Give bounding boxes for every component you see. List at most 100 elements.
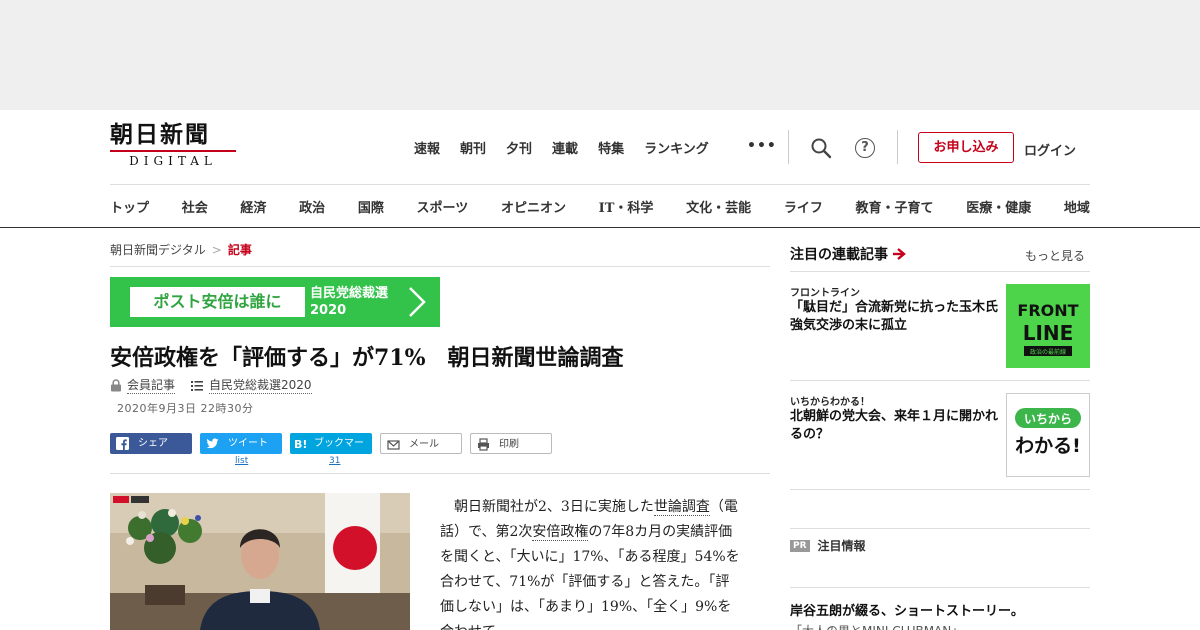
banner-sub-text: 自民党総裁選 2020 bbox=[310, 285, 388, 319]
article-body: 朝日新聞社が2、3日に実施した世論調査（電話）で、第2次安倍政権の7年8カ月の実… bbox=[440, 495, 740, 630]
divider bbox=[110, 473, 770, 474]
sidebar-divider bbox=[790, 380, 1090, 381]
apply-button[interactable]: お申し込み bbox=[918, 132, 1014, 163]
pr-badge: PR bbox=[790, 539, 810, 552]
category-nav: トップ 社会 経済 政治 国際 スポーツ オピニオン IT・科学 文化・芸能 ラ… bbox=[110, 197, 1090, 216]
frontline-logo-caption: 政治の最前線 bbox=[1030, 348, 1066, 356]
print-button[interactable]: 印刷 bbox=[470, 433, 552, 454]
site-logo[interactable]: 朝日新聞 DIGITAL bbox=[110, 122, 240, 168]
header-divider-line bbox=[110, 184, 1090, 185]
facebook-icon bbox=[116, 437, 129, 450]
sidebar-divider bbox=[790, 489, 1090, 490]
lock-icon bbox=[111, 378, 121, 391]
category-economy[interactable]: 経済 bbox=[240, 197, 266, 216]
breadcrumb-home[interactable]: 朝日新聞デジタル bbox=[110, 243, 206, 257]
category-education[interactable]: 教育・子育て bbox=[856, 197, 934, 216]
article-photo[interactable] bbox=[110, 493, 410, 630]
top-nav-item-tokushu[interactable]: 特集 bbox=[598, 138, 624, 157]
ichikara-logo: いちから わかる! bbox=[1015, 408, 1081, 457]
sidebar-item-title[interactable]: 「駄目だ」合流新党に抗った玉木氏 強気交渉の末に孤立 bbox=[790, 299, 1011, 335]
pr-section-heading: PR 注目情報 bbox=[790, 537, 866, 554]
category-culture[interactable]: 文化・芸能 bbox=[686, 197, 751, 216]
category-region[interactable]: 地域 bbox=[1064, 197, 1090, 216]
sidebar-divider bbox=[790, 271, 1090, 272]
sidebar-heading[interactable]: 注目の連載記事 bbox=[790, 244, 906, 264]
article-date: 2020年9月3日 22時30分 bbox=[117, 402, 254, 415]
banner-sub-line2: 2020 bbox=[310, 303, 347, 318]
printer-icon bbox=[478, 438, 489, 451]
header-divider bbox=[897, 130, 898, 164]
ichikara-thumbnail[interactable]: いちから わかる! bbox=[1006, 393, 1090, 477]
facebook-share-button[interactable]: シェア bbox=[110, 433, 192, 454]
top-ad-area bbox=[0, 0, 1200, 110]
help-icon[interactable]: ? bbox=[855, 138, 875, 158]
mail-share-button[interactable]: メール bbox=[380, 433, 462, 454]
print-label: 印刷 bbox=[499, 439, 519, 450]
sidebar-item-category: フロントライン bbox=[790, 288, 860, 299]
category-international[interactable]: 国際 bbox=[358, 197, 384, 216]
mail-share-label: メール bbox=[409, 439, 439, 450]
top-nav-item-rensai[interactable]: 連載 bbox=[552, 138, 578, 157]
category-politics[interactable]: 政治 bbox=[299, 197, 325, 216]
photo-image bbox=[110, 493, 410, 630]
body-text-part: 朝日新聞社が2、3日に実施した bbox=[454, 499, 654, 515]
frontline-logo: FRONT LINE 政治の最前線 bbox=[1006, 284, 1090, 368]
ichikara-logo-line2: わかる! bbox=[1015, 435, 1081, 457]
sidebar-heading-text: 注目の連載記事 bbox=[790, 247, 888, 263]
breadcrumb-separator: > bbox=[211, 243, 222, 257]
top-nav-item-ranking[interactable]: ランキング bbox=[644, 138, 709, 157]
keyword-link-seron[interactable]: 世論調査 bbox=[653, 499, 710, 516]
category-it-science[interactable]: IT・科学 bbox=[599, 197, 654, 216]
chevron-right-icon bbox=[409, 287, 426, 317]
more-menu-button[interactable]: ••• bbox=[747, 138, 777, 154]
article-meta: 会員記事 自民党総裁選2020 bbox=[110, 376, 312, 394]
hatena-bookmark-button[interactable]: B! ブックマーク bbox=[290, 433, 372, 470]
pr-item-subtitle[interactable]: 「大人の男とMINI CLUBMAN」 bbox=[790, 622, 963, 630]
series-link[interactable]: 自民党総裁選2020 bbox=[209, 376, 312, 394]
frontline-logo-line2: LINE bbox=[1023, 321, 1074, 345]
banner-sub-line1: 自民党総裁選 bbox=[310, 286, 389, 301]
login-link[interactable]: ログイン bbox=[1024, 140, 1076, 159]
breadcrumb: 朝日新聞デジタル > 記事 bbox=[110, 241, 252, 258]
sidebar-divider bbox=[790, 528, 1090, 529]
svg-text:B!: B! bbox=[294, 438, 307, 450]
frontline-thumbnail[interactable]: FRONT LINE 政治の最前線 bbox=[1006, 284, 1090, 368]
twitter-share-label: ツイート bbox=[228, 438, 268, 449]
pr-item-title[interactable]: 岸谷五朗が綴る、ショートストーリー。 bbox=[790, 600, 1024, 619]
twitter-icon bbox=[206, 438, 219, 449]
frontline-logo-line1: FRONT bbox=[1017, 301, 1078, 320]
sidebar-more-link[interactable]: もっと見る bbox=[1025, 247, 1085, 264]
divider bbox=[110, 266, 770, 267]
ichikara-logo-line1: いちから bbox=[1024, 412, 1072, 426]
category-opinion[interactable]: オピニオン bbox=[501, 197, 566, 216]
category-life[interactable]: ライフ bbox=[784, 197, 823, 216]
header-divider bbox=[788, 130, 789, 164]
article-headline: 安倍政権を「評価する」が71% 朝日新聞世論調査 bbox=[110, 345, 624, 371]
search-icon[interactable] bbox=[810, 137, 832, 159]
top-nav-item-choukan[interactable]: 朝刊 bbox=[460, 138, 486, 157]
sidebar-item-category: いちからわかる！ bbox=[790, 397, 870, 408]
top-nav: 速報 朝刊 夕刊 連載 特集 ランキング bbox=[414, 138, 729, 157]
hatena-count[interactable]: 31 bbox=[329, 456, 340, 466]
twitter-count[interactable]: list bbox=[235, 456, 248, 466]
category-health[interactable]: 医療・健康 bbox=[966, 197, 1031, 216]
member-article-label[interactable]: 会員記事 bbox=[127, 376, 176, 394]
sidebar-item-title[interactable]: 北朝鮮の党大会、来年１月に開かれるの？ bbox=[790, 408, 1002, 444]
sidebar-divider bbox=[790, 587, 1090, 588]
top-nav-item-yuukan[interactable]: 夕刊 bbox=[506, 138, 532, 157]
share-buttons: シェア ツイート B! ブックマーク メール 印刷 bbox=[110, 433, 560, 470]
category-top[interactable]: トップ bbox=[110, 197, 149, 216]
facebook-share-label: シェア bbox=[138, 438, 168, 449]
pr-heading-text: 注目情報 bbox=[817, 539, 866, 553]
election-banner[interactable]: ポスト安倍は誰に 自民党総裁選 2020 bbox=[110, 277, 440, 327]
hatena-bookmark-icon: B! bbox=[294, 438, 307, 450]
breadcrumb-current: 記事 bbox=[227, 243, 252, 257]
category-sports[interactable]: スポーツ bbox=[417, 197, 469, 216]
banner-main-text: ポスト安倍は誰に bbox=[130, 287, 305, 317]
keyword-link-abe[interactable]: 安倍政権 bbox=[532, 524, 589, 541]
arrow-right-icon bbox=[893, 248, 906, 260]
twitter-share-button[interactable]: ツイート bbox=[200, 433, 282, 454]
top-nav-item-sokuho[interactable]: 速報 bbox=[414, 138, 440, 157]
logo-main-text: 朝日新聞 bbox=[110, 121, 210, 148]
category-society[interactable]: 社会 bbox=[182, 197, 208, 216]
